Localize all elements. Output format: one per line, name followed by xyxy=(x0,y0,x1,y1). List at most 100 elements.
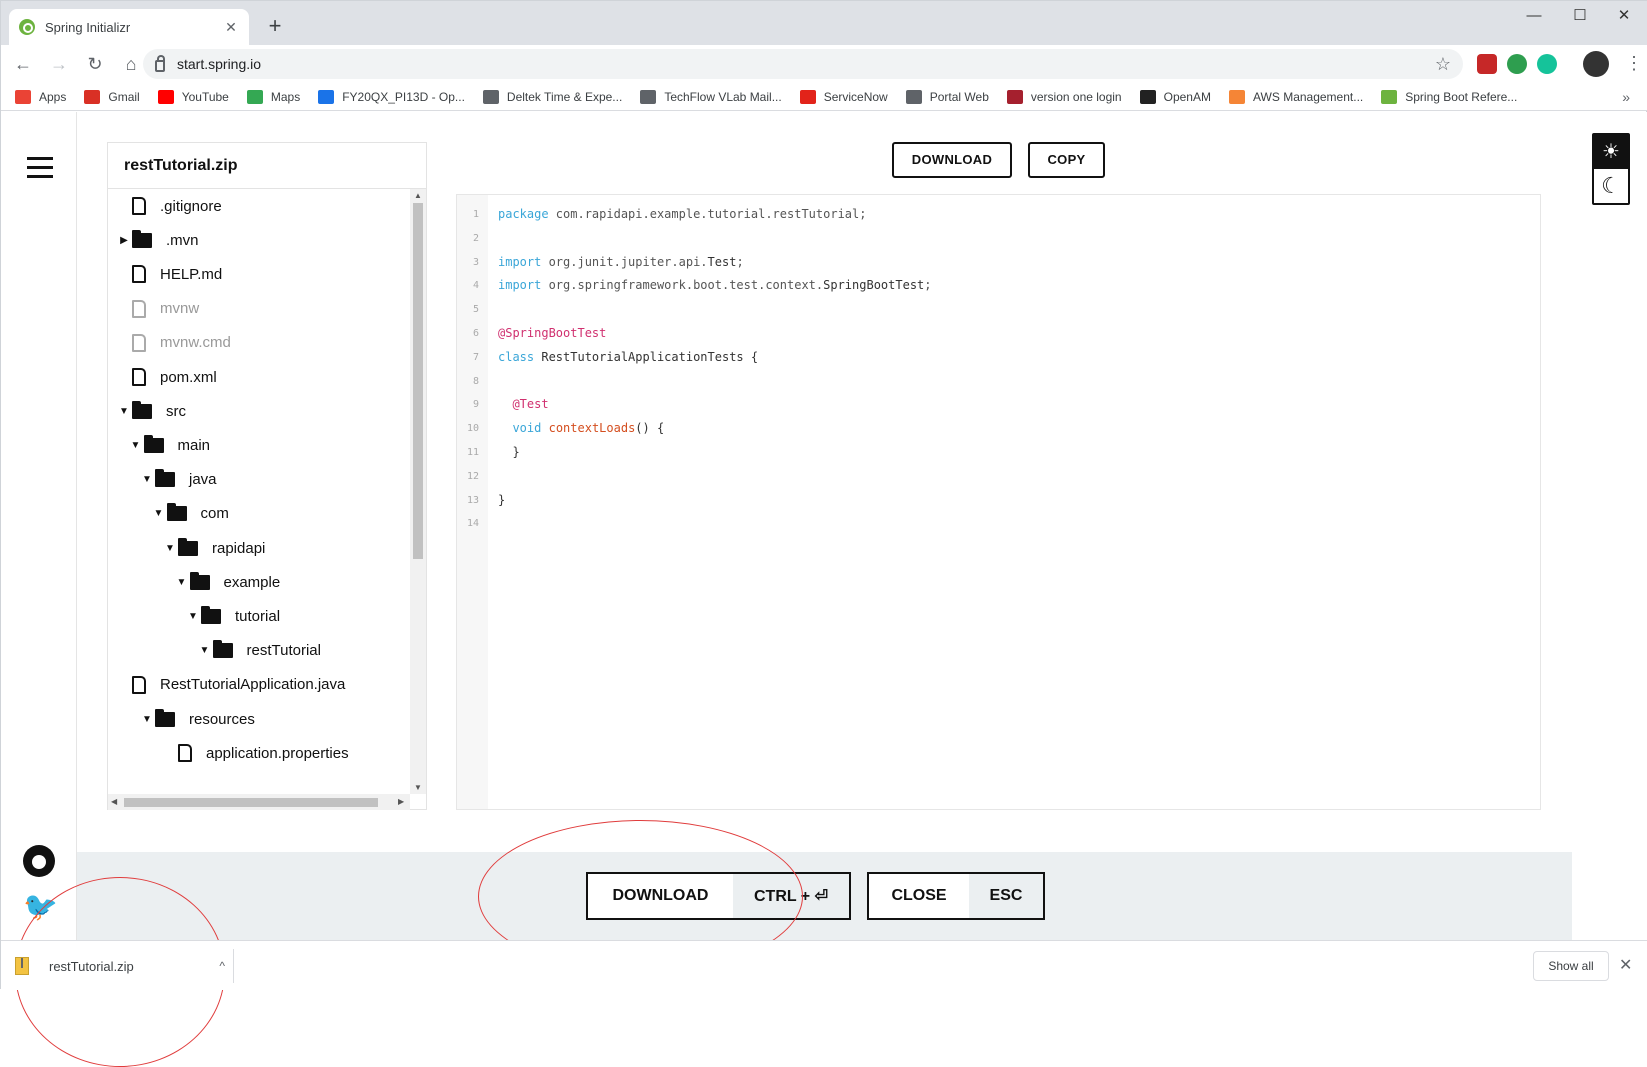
scroll-up-icon[interactable]: ▲ xyxy=(414,191,422,200)
bookmark-item[interactable]: Gmail xyxy=(84,89,140,104)
caret-down-icon[interactable]: ▼ xyxy=(141,714,153,725)
code-token: import xyxy=(498,254,542,269)
bookmark-item[interactable]: Deltek Time & Expe... xyxy=(482,89,622,104)
dark-theme-icon[interactable]: ☾ xyxy=(1594,169,1628,203)
caret-down-icon[interactable]: ▼ xyxy=(118,406,130,417)
bookmark-item[interactable]: OpenAM xyxy=(1139,89,1211,104)
caret-down-icon[interactable]: ▼ xyxy=(176,577,188,588)
shield-extension-icon[interactable] xyxy=(1477,54,1497,74)
tree-file[interactable]: HELP.md xyxy=(118,261,222,287)
scroll-left-icon[interactable]: ◀ xyxy=(111,797,117,806)
github-icon[interactable] xyxy=(23,845,55,877)
bookmark-item[interactable]: version one login xyxy=(1006,89,1122,104)
file-icon xyxy=(132,299,146,318)
vertical-scrollbar[interactable]: ▲ ▼ xyxy=(410,189,426,794)
footer-download-button[interactable]: DOWNLOAD CTRL + ⏎ xyxy=(586,872,851,920)
downloaded-file-item[interactable]: restTutorial.zip ^ xyxy=(15,951,225,981)
chevron-up-icon[interactable]: ^ xyxy=(219,959,225,973)
line-number: 5 xyxy=(472,304,479,316)
versionone-icon xyxy=(1006,89,1023,104)
scrollbar-thumb[interactable] xyxy=(413,203,423,559)
horizontal-scrollbar-thumb[interactable] xyxy=(124,798,378,807)
bookmark-item[interactable]: FY20QX_PI13D - Op... xyxy=(318,89,465,104)
close-window-button[interactable]: ✕ xyxy=(1601,1,1647,33)
menu-kebab-icon[interactable]: ⋮ xyxy=(1625,53,1643,74)
caret-down-icon[interactable]: ▼ xyxy=(153,508,165,519)
code-line: void contextLoads() { xyxy=(498,421,664,435)
back-icon[interactable]: ← xyxy=(9,50,37,78)
evernote-extension-icon[interactable] xyxy=(1507,54,1527,74)
bookmark-item[interactable]: Spring Boot Refere... xyxy=(1381,89,1518,104)
horizontal-scrollbar[interactable]: ◀ ▶ xyxy=(108,794,410,810)
download-button[interactable]: DOWNLOAD xyxy=(892,142,1012,178)
tree-folder[interactable]: ▼ rapidapi xyxy=(164,535,265,561)
tree-folder[interactable]: ▼ restTutorial xyxy=(199,638,321,664)
caret-down-icon[interactable]: ▼ xyxy=(130,440,142,451)
twitter-icon[interactable]: 🐦 xyxy=(23,890,58,923)
tree-item-label: tutorial xyxy=(235,607,281,625)
bookmark-label: TechFlow VLab Mail... xyxy=(664,89,782,104)
bookmark-star-icon[interactable]: ☆ xyxy=(1435,54,1451,75)
caret-down-icon[interactable]: ▼ xyxy=(141,474,153,485)
folder-icon xyxy=(212,640,233,659)
tree-folder[interactable]: ▼ com xyxy=(153,501,229,527)
reload-icon[interactable]: ↻ xyxy=(81,50,109,78)
address-bar[interactable]: start.spring.io ☆ xyxy=(143,49,1463,79)
new-tab-button[interactable]: + xyxy=(263,13,287,39)
scroll-right-icon[interactable]: ▶ xyxy=(398,797,404,806)
globe-icon xyxy=(905,89,922,104)
bookmark-item[interactable]: YouTube xyxy=(157,89,229,104)
side-navigation: 🐦 xyxy=(1,112,77,940)
bookmark-item[interactable]: Apps xyxy=(15,89,66,104)
tree-file[interactable]: mvnw.cmd xyxy=(118,330,231,356)
tree-file[interactable]: .gitignore xyxy=(118,193,222,219)
tree-folder[interactable]: ▶ .mvn xyxy=(118,227,199,253)
bookmark-label: Spring Boot Refere... xyxy=(1405,89,1518,104)
caret-right-icon[interactable]: ▶ xyxy=(118,235,130,246)
tree-folder[interactable]: ▼ resources xyxy=(141,706,255,732)
bookmark-item[interactable]: Maps xyxy=(246,89,301,104)
bookmark-item[interactable]: TechFlow VLab Mail... xyxy=(640,89,782,104)
line-number: 14 xyxy=(466,518,479,530)
tree-folder[interactable]: ▼ example xyxy=(176,569,280,595)
caret-down-icon[interactable]: ▼ xyxy=(199,645,211,656)
caret-down-icon[interactable]: ▼ xyxy=(164,543,176,554)
bookmark-item[interactable]: ServiceNow xyxy=(799,89,888,104)
footer-close-button[interactable]: CLOSE ESC xyxy=(867,872,1045,920)
tree-folder[interactable]: ▼ src xyxy=(118,398,186,424)
caret-down-icon[interactable]: ▼ xyxy=(187,611,199,622)
copy-button[interactable]: COPY xyxy=(1028,142,1105,178)
tree-item-label: main xyxy=(177,436,211,454)
bookmark-item[interactable]: Portal Web xyxy=(905,89,989,104)
lock-icon xyxy=(155,55,165,72)
hamburger-menu-icon[interactable] xyxy=(27,157,53,178)
tab-close-icon[interactable]: ✕ xyxy=(223,19,239,36)
light-theme-icon[interactable]: ☀ xyxy=(1594,135,1628,169)
tree-file[interactable]: pom.xml xyxy=(118,364,217,390)
tree-folder[interactable]: ▼ tutorial xyxy=(187,603,280,629)
forward-icon[interactable]: → xyxy=(45,50,73,78)
zip-file-icon xyxy=(15,957,29,975)
tree-file[interactable]: mvnw xyxy=(118,296,199,322)
bookmark-item[interactable]: AWS Management... xyxy=(1228,89,1363,104)
folder-icon xyxy=(178,537,198,556)
tree-file[interactable]: application.properties xyxy=(164,740,349,766)
close-download-shelf-icon[interactable]: ✕ xyxy=(1619,955,1632,975)
show-all-button[interactable]: Show all xyxy=(1533,951,1609,981)
profile-avatar[interactable] xyxy=(1583,51,1609,77)
minimize-button[interactable]: — xyxy=(1511,1,1557,33)
tree-file[interactable]: RestTutorialApplication.java xyxy=(118,672,345,698)
tree-folder[interactable]: ▼ main xyxy=(130,432,211,458)
home-icon[interactable]: ⌂ xyxy=(117,50,145,78)
tree-item-label: pom.xml xyxy=(160,368,217,386)
maximize-button[interactable]: ☐ xyxy=(1557,1,1603,33)
spring-icon xyxy=(1381,89,1398,104)
tree-folder[interactable]: ▼ java xyxy=(141,467,217,493)
project-explorer: restTutorial.zip .gitignore ▶ .mvn HELP.md m… xyxy=(107,142,427,810)
grammarly-extension-icon[interactable] xyxy=(1537,54,1557,74)
bookmarks-overflow-icon[interactable]: » xyxy=(1622,89,1630,105)
code-line: import org.springframework.boot.test.con… xyxy=(498,278,932,292)
tab-spring-initializr[interactable]: Spring Initializr ✕ xyxy=(9,9,249,45)
scroll-down-icon[interactable]: ▼ xyxy=(414,783,422,792)
bookmark-label: Maps xyxy=(270,89,301,104)
